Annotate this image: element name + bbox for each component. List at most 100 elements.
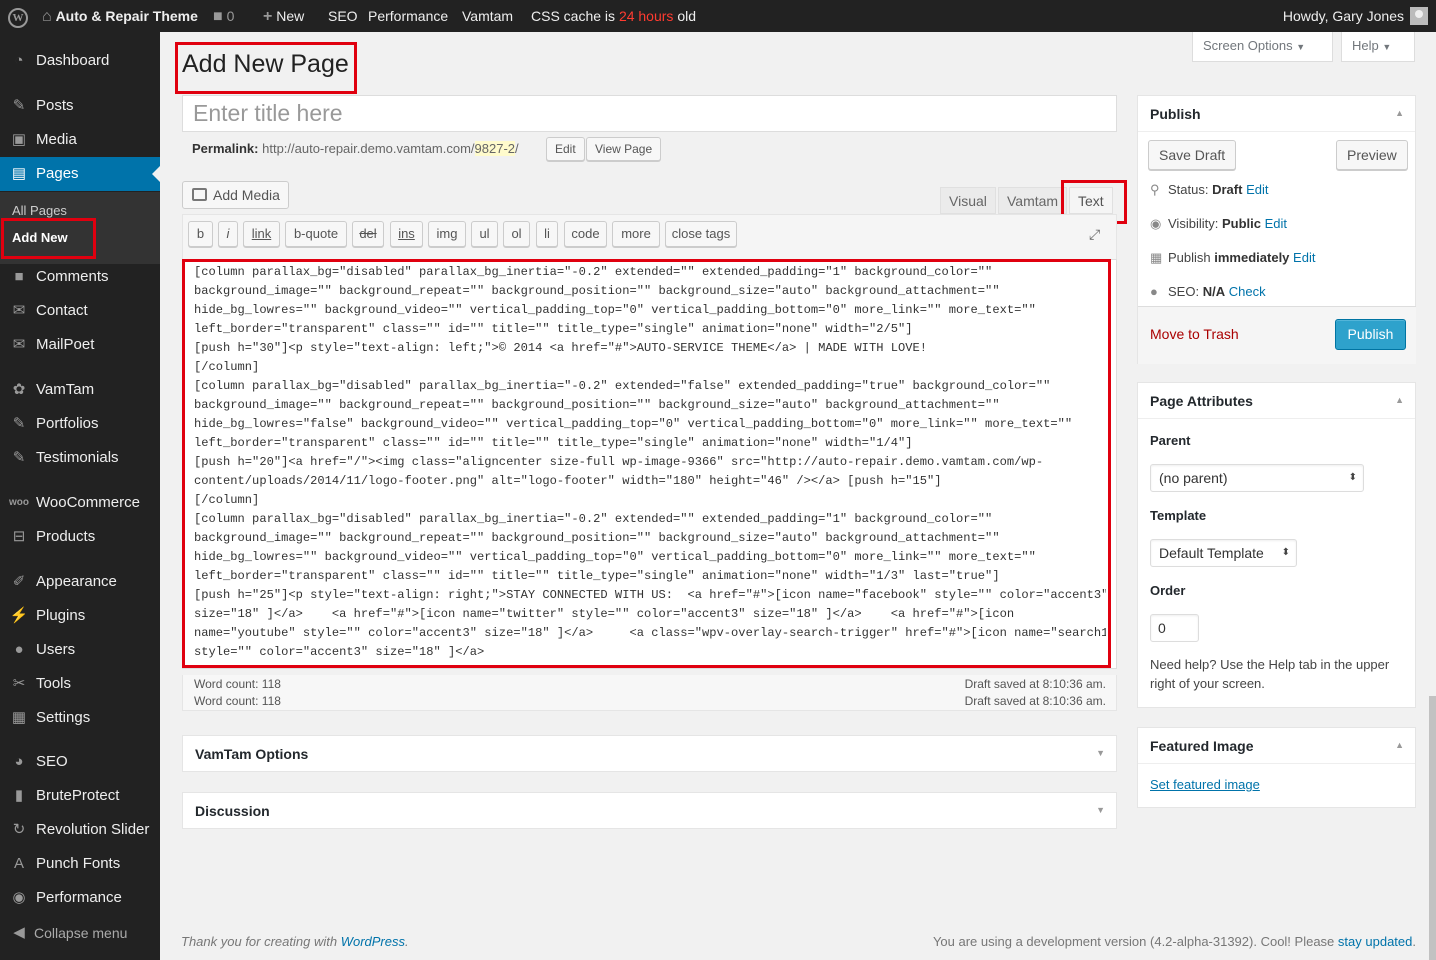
menu-pages[interactable]: ▤ Pages: [0, 157, 160, 191]
discussion-box[interactable]: Discussion ▼: [182, 792, 1117, 829]
plus-icon: +: [263, 8, 273, 25]
menu-mailpoet[interactable]: ✉ MailPoet: [0, 328, 160, 362]
content-textarea[interactable]: [column parallax_bg="disabled" parallax_…: [182, 259, 1117, 669]
help-text: right of your screen.: [1150, 676, 1265, 691]
select-caret-icon: ⬍: [1281, 547, 1290, 558]
seo-check-link[interactable]: Check: [1229, 284, 1266, 299]
permalink-slug[interactable]: 9827-2: [474, 141, 516, 156]
tab-visual[interactable]: Visual: [940, 187, 996, 214]
set-featured-image-link[interactable]: Set featured image: [1150, 777, 1260, 792]
permalink-url[interactable]: http://auto-repair.demo.vamtam.com/: [262, 141, 474, 156]
help-button[interactable]: Help ▼: [1341, 32, 1415, 62]
qt-ul-button[interactable]: ul: [471, 221, 498, 247]
title-input[interactable]: Enter title here: [182, 95, 1117, 132]
menu-vamtam[interactable]: ✿ VamTam: [0, 373, 160, 407]
content-line: [push h="25"]<p style="text-align: right…: [194, 588, 1106, 602]
menu-woocommerce[interactable]: woo WooCommerce: [0, 486, 160, 520]
edit-status-link[interactable]: Edit: [1246, 182, 1268, 197]
mail-icon: ✉: [12, 336, 26, 353]
menu-dashboard[interactable]: ◔ Dashboard: [0, 44, 160, 78]
qt-ins-button[interactable]: ins: [390, 221, 423, 247]
menu-portfolios[interactable]: ✎ Portfolios: [0, 407, 160, 441]
schedule-row: ▦ Publish immediately Edit: [1150, 250, 1316, 265]
page-scrollbar[interactable]: [1429, 696, 1436, 960]
menu-products[interactable]: ⊟ Products: [0, 520, 160, 554]
menu-media[interactable]: ▣ Media: [0, 123, 160, 157]
stay-updated-link[interactable]: stay updated: [1338, 934, 1412, 949]
comments-link[interactable]: ■ 0: [213, 0, 234, 32]
new-content-link[interactable]: + New: [263, 0, 304, 32]
submenu-add-new[interactable]: Add New: [12, 230, 68, 245]
menu-performance[interactable]: ◉ Performance: [0, 881, 160, 915]
expand-arrow-icon[interactable]: ▼: [1096, 748, 1105, 758]
menu-comments[interactable]: ■ Comments: [0, 260, 160, 294]
menu-settings[interactable]: ▦ Settings: [0, 701, 160, 735]
parent-select[interactable]: (no parent) ⬍: [1150, 464, 1364, 492]
qt-bquote-button[interactable]: b-quote: [285, 221, 347, 247]
qt-bold-button[interactable]: b: [188, 221, 213, 247]
tab-vamtam[interactable]: Vamtam: [998, 187, 1068, 214]
preview-button[interactable]: Preview: [1336, 140, 1408, 170]
menu-bruteprotect[interactable]: ▮ BruteProtect: [0, 779, 160, 813]
wordpress-logo-icon[interactable]: W: [8, 0, 28, 32]
qt-close-tags-button[interactable]: close tags: [665, 221, 737, 247]
vamtam-menu-link[interactable]: Vamtam: [462, 0, 513, 32]
wrench-icon: ✂: [12, 675, 26, 692]
order-input[interactable]: 0: [1150, 614, 1199, 642]
collapse-menu[interactable]: ◀ Collapse menu: [0, 916, 160, 950]
menu-tools[interactable]: ✂ Tools: [0, 667, 160, 701]
screen-options-button[interactable]: Screen Options ▼: [1192, 32, 1333, 62]
qt-del-button[interactable]: del: [352, 221, 384, 247]
qt-more-button[interactable]: more: [612, 221, 660, 247]
move-to-trash-link[interactable]: Move to Trash: [1150, 326, 1239, 342]
seo-status-icon: ●: [1150, 284, 1158, 299]
menu-appearance[interactable]: ✐ Appearance: [0, 565, 160, 599]
edit-visibility-link[interactable]: Edit: [1265, 216, 1287, 231]
content-line: size="18" ]</a> <a href="#">[icon name="…: [194, 607, 1015, 621]
seo-icon: ◕: [14, 753, 24, 770]
refresh-icon: ↻: [12, 821, 26, 838]
menu-users[interactable]: ● Users: [0, 633, 160, 667]
word-count: Word count: 118: [194, 694, 281, 708]
fullscreen-icon[interactable]: ⤢: [1089, 227, 1105, 241]
content-line: background_image="" background_repeat=""…: [194, 398, 1000, 412]
mail-icon: ✉: [12, 302, 26, 319]
edit-permalink-button[interactable]: Edit: [546, 137, 585, 161]
menu-revolution-slider[interactable]: ↻ Revolution Slider: [0, 813, 160, 847]
collapse-arrow-icon[interactable]: ▲: [1395, 740, 1404, 750]
my-account-link[interactable]: Howdy, Gary Jones: [1283, 0, 1404, 32]
view-page-button[interactable]: View Page: [586, 137, 662, 161]
divider: [1138, 131, 1415, 132]
vamtam-options-box[interactable]: VamTam Options ▼: [182, 735, 1117, 772]
save-draft-button[interactable]: Save Draft: [1148, 140, 1237, 170]
qt-img-button[interactable]: img: [428, 221, 466, 247]
menu-posts[interactable]: ✎ Posts: [0, 89, 160, 123]
divider: [1138, 418, 1415, 419]
menu-plugins[interactable]: ⚡ Plugins: [0, 599, 160, 633]
publish-box-title: Publish: [1150, 106, 1201, 122]
qt-code-button[interactable]: code: [564, 221, 607, 247]
avatar[interactable]: [1410, 7, 1428, 25]
expand-arrow-icon[interactable]: ▼: [1096, 805, 1105, 815]
wordpress-link[interactable]: WordPress: [341, 934, 405, 949]
menu-seo[interactable]: ◕ SEO: [0, 745, 160, 779]
tab-text[interactable]: Text: [1069, 187, 1113, 214]
qt-ol-button[interactable]: ol: [503, 221, 530, 247]
menu-contact[interactable]: ✉ Contact: [0, 294, 160, 328]
css-cache-notice[interactable]: CSS cache is 24 hours old: [531, 0, 696, 32]
submenu-all-pages[interactable]: All Pages: [12, 203, 67, 218]
menu-punch-fonts[interactable]: A Punch Fonts: [0, 847, 160, 881]
edit-schedule-link[interactable]: Edit: [1293, 250, 1315, 265]
qt-link-button[interactable]: link: [243, 221, 280, 247]
collapse-arrow-icon[interactable]: ▲: [1395, 108, 1404, 118]
collapse-arrow-icon[interactable]: ▲: [1395, 395, 1404, 405]
template-select[interactable]: Default Template ⬍: [1150, 539, 1297, 567]
publish-button[interactable]: Publish: [1335, 319, 1406, 350]
seo-menu-link[interactable]: SEO: [328, 0, 358, 32]
performance-menu-link[interactable]: Performance: [368, 0, 448, 32]
site-name-link[interactable]: ⌂ Auto & Repair Theme: [42, 0, 198, 32]
menu-testimonials[interactable]: ✎ Testimonials: [0, 441, 160, 475]
add-media-button[interactable]: Add Media: [182, 181, 289, 209]
qt-li-button[interactable]: li: [536, 221, 558, 247]
qt-italic-button[interactable]: i: [218, 221, 238, 247]
